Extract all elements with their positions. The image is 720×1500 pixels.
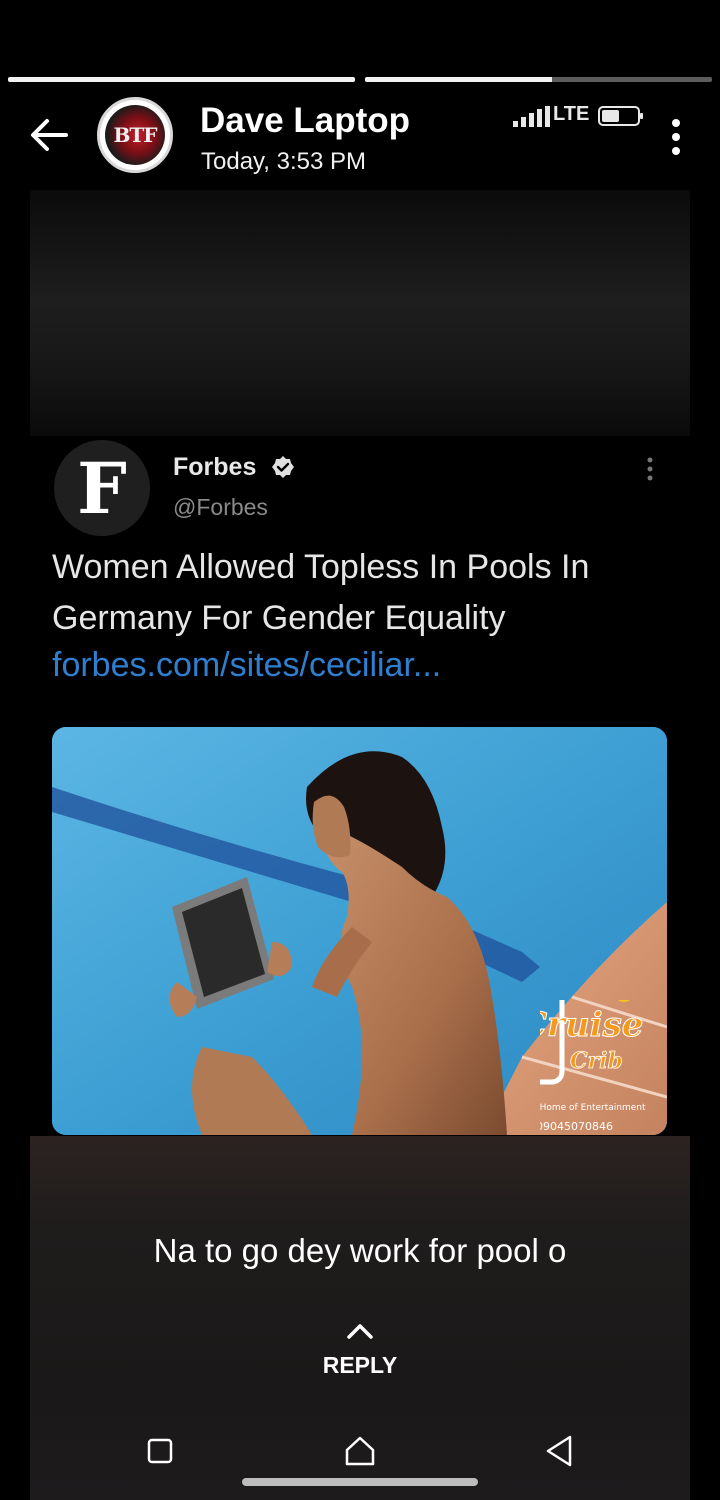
tweet-author-handle: @Forbes bbox=[173, 494, 268, 520]
story-progress-fill-1 bbox=[8, 77, 355, 82]
story-progress-bar-2 bbox=[365, 77, 712, 82]
signal-strength-icon bbox=[513, 106, 550, 127]
story-progress-fill-2 bbox=[365, 77, 553, 82]
story-timestamp: Today, 3:53 PM bbox=[201, 148, 366, 175]
reply-button[interactable]: REPLY bbox=[0, 1352, 720, 1379]
tweet-menu-icon bbox=[647, 457, 653, 481]
nav-back-icon[interactable] bbox=[544, 1434, 574, 1468]
back-arrow-icon[interactable] bbox=[26, 112, 72, 158]
contact-avatar[interactable]: BTF bbox=[97, 97, 173, 173]
watermark-brand-line2: Crib bbox=[570, 1048, 623, 1074]
story-caption: Na to go dey work for pool o bbox=[153, 1232, 567, 1269]
verified-badge-icon bbox=[272, 456, 294, 478]
gesture-home-bar[interactable] bbox=[242, 1478, 478, 1486]
story-progress-bar-1 bbox=[8, 77, 355, 82]
cruise-crib-watermark-logo: Cruise Crib The Home of Entertainment 09… bbox=[540, 1000, 646, 1133]
chevron-up-icon[interactable] bbox=[346, 1322, 374, 1340]
battery-icon bbox=[598, 106, 643, 126]
home-icon[interactable] bbox=[343, 1434, 377, 1468]
forbes-avatar: F bbox=[54, 440, 150, 536]
recent-apps-icon[interactable] bbox=[147, 1438, 173, 1464]
network-type-label: LTE bbox=[553, 103, 590, 125]
tweet-link: forbes.com/sites/ceciliar... bbox=[52, 646, 442, 684]
watermark-phone: 09045070846 bbox=[540, 1120, 613, 1133]
tweet-headline: Women Allowed Topless In Pools In German… bbox=[52, 548, 590, 637]
more-options-icon[interactable] bbox=[666, 118, 686, 158]
story-background-haze bbox=[30, 190, 690, 436]
watermark-tagline: The Home of Entertainment bbox=[540, 1103, 646, 1113]
watermark-brand-line1: Cruise bbox=[540, 1005, 643, 1045]
contact-avatar-logo: BTF bbox=[105, 105, 165, 165]
tweet-author-name: Forbes bbox=[173, 453, 257, 481]
contact-name: Dave Laptop bbox=[200, 101, 411, 140]
